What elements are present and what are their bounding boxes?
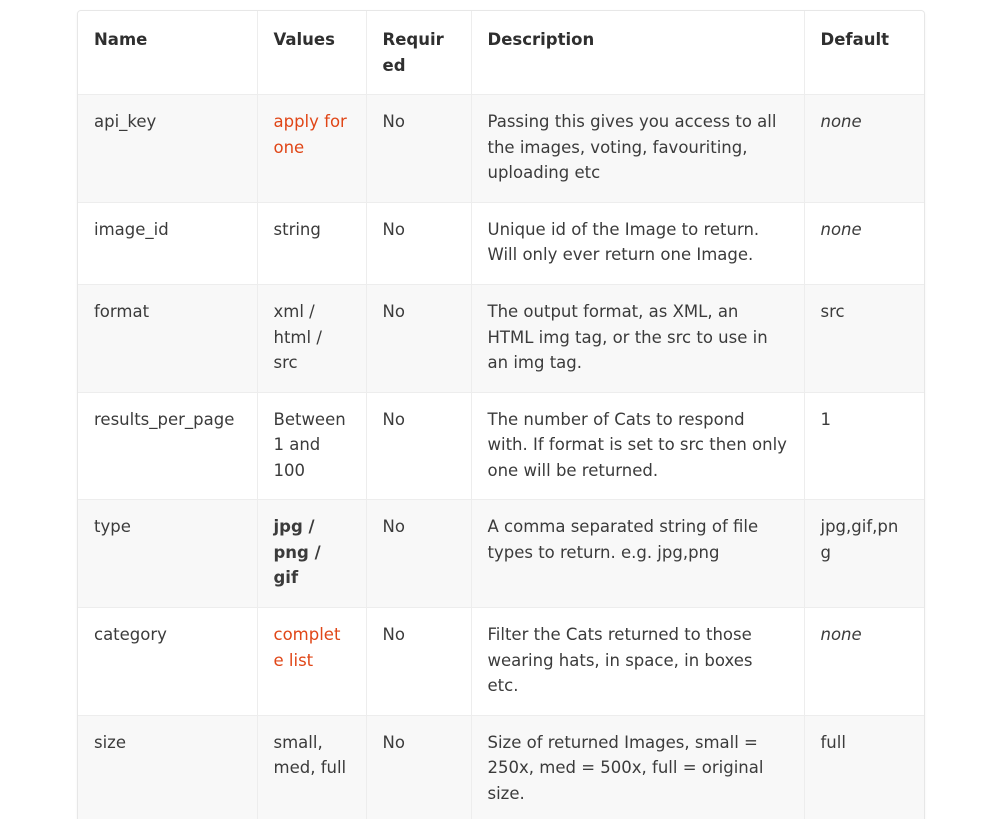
- cell-default-text: none: [820, 625, 862, 644]
- cell-description: Passing this gives you access to all the…: [471, 94, 805, 203]
- cell-name-text: results_per_page: [94, 409, 235, 429]
- cell-values: xml / html / src: [257, 284, 367, 393]
- description-text: A comma separated string of file types t…: [487, 517, 759, 562]
- description-text: The output format, as XML, an HTML img t…: [487, 301, 768, 373]
- cell-required-text: No: [382, 112, 405, 132]
- parameters-table: Name Values Required Description Default…: [78, 11, 924, 819]
- cell-default: jpg,gif,png: [804, 499, 924, 608]
- cell-required: No: [366, 607, 472, 716]
- cell-default-text: 1: [820, 409, 832, 429]
- cell-values-text: string: [273, 219, 321, 239]
- cell-description: The output format, as XML, an HTML img t…: [471, 284, 805, 393]
- cell-required: No: [366, 715, 472, 819]
- cell-description: Size of returned Images, small = 250x, m…: [471, 715, 805, 819]
- cell-required-text: No: [382, 219, 405, 239]
- description-text: Passing this gives you access to all the…: [487, 112, 777, 183]
- cell-name-text: category: [94, 625, 167, 644]
- column-header-default: Default: [804, 11, 924, 96]
- column-header-name: Name: [78, 11, 258, 96]
- cell-default: none: [804, 607, 924, 716]
- cell-default: 1: [804, 392, 924, 501]
- cell-values-text: small, med, full: [273, 732, 347, 778]
- table-row: size small, med, full No Size of returned I…: [78, 715, 924, 819]
- description-text: Unique id of the Image to return. Will o…: [487, 219, 760, 265]
- param-values-link[interactable]: complete list: [274, 625, 341, 670]
- table-row: image_id string No Unique id of the Image t…: [78, 202, 924, 285]
- cell-required-text: No: [382, 409, 405, 429]
- description-text: Filter the Cats returned to those wearin…: [487, 625, 753, 696]
- cell-name: format: [78, 284, 258, 393]
- cell-required: No: [366, 499, 472, 608]
- cell-values: Between 1 and 100: [257, 392, 367, 501]
- cell-name: api_key: [78, 94, 258, 203]
- param-values-link[interactable]: apply for one: [274, 112, 347, 157]
- cell-default: none: [804, 94, 924, 203]
- page-root: Name Values Required Description Default…: [0, 0, 1000, 819]
- cell-values: complete list: [257, 607, 367, 716]
- column-header-required: Required: [366, 11, 472, 96]
- cell-description: A comma separated string of file types t…: [471, 499, 805, 608]
- cell-required: No: [366, 202, 472, 285]
- cell-required: No: [366, 284, 472, 393]
- table-row: api_key apply for one No Passing this gives…: [78, 94, 924, 203]
- description-text: The number of Cats to respond with. If f…: [487, 409, 787, 480]
- cell-description: Unique id of the Image to return. Will o…: [471, 202, 805, 285]
- column-header-description: Description: [471, 11, 805, 96]
- cell-name: size: [78, 715, 258, 819]
- cell-default-text: jpg,gif,png: [820, 517, 899, 562]
- cell-required: No: [366, 94, 472, 203]
- table-header-row: Name Values Required Description Default: [78, 11, 924, 96]
- cell-name-text: size: [94, 732, 126, 752]
- cell-name-text: format: [94, 301, 150, 321]
- cell-values: apply for one: [257, 94, 367, 203]
- cell-name-text: image_id: [94, 219, 169, 239]
- table-header: Name Values Required Description Default: [78, 11, 924, 96]
- table-body: api_key apply for one No Passing this gives…: [78, 94, 924, 819]
- cell-default-text: src: [820, 301, 845, 321]
- cell-values: small, med, full: [257, 715, 367, 819]
- cell-default: src: [804, 284, 924, 393]
- cell-required-text: No: [382, 301, 405, 321]
- cell-required-text: No: [382, 517, 405, 537]
- cell-description: Filter the Cats returned to those wearin…: [471, 607, 805, 716]
- cell-name: results_per_page: [78, 392, 258, 501]
- cell-required-text: No: [382, 732, 405, 752]
- table-row: type jpg / png / gif No A comma separated s…: [78, 499, 924, 608]
- cell-required-text: No: [382, 625, 405, 644]
- cell-name-text: type: [94, 517, 131, 537]
- table-row: category complete list No Filter the Cats r…: [78, 607, 924, 716]
- cell-required: No: [366, 392, 472, 501]
- cell-description: The number of Cats to respond with. If f…: [471, 392, 805, 501]
- cell-default-text: none: [820, 219, 862, 239]
- cell-values-text: xml / html / src: [273, 301, 322, 373]
- cell-values: string: [257, 202, 367, 285]
- cell-default-text: full: [820, 732, 846, 752]
- cell-values-text: Between 1 and 100: [273, 409, 346, 480]
- table-row: results_per_page Between 1 and 100 No The n…: [78, 392, 924, 501]
- cell-name: type: [78, 499, 258, 608]
- cell-values: jpg / png / gif: [257, 499, 367, 608]
- cell-name: category: [78, 607, 258, 716]
- table-row: format xml / html / src No The output forma…: [78, 284, 924, 393]
- parameters-table-container: Name Values Required Description Default…: [77, 10, 925, 819]
- cell-values-text: jpg / png / gif: [273, 517, 321, 588]
- cell-name: image_id: [78, 202, 258, 285]
- description-text: Size of returned Images, small = 250x, m…: [487, 732, 764, 803]
- cell-default-text: none: [820, 112, 862, 132]
- column-header-values: Values: [257, 11, 367, 96]
- cell-name-text: api_key: [94, 112, 157, 132]
- cell-default: none: [804, 202, 924, 285]
- cell-default: full: [804, 715, 924, 819]
